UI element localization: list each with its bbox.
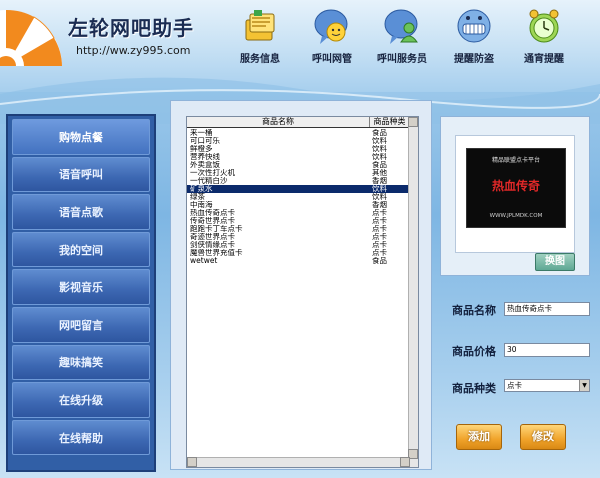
list-item[interactable]: 热血传奇点卡 点卡 xyxy=(187,209,418,217)
list-item[interactable]: 营养快线 饮料 xyxy=(187,153,418,161)
name-label: 商品名称 xyxy=(452,304,496,317)
type-label: 商品种类 xyxy=(452,382,496,395)
list-item-name: 可口可乐 xyxy=(190,137,220,145)
app-url: http://ww.zy995.com xyxy=(76,44,191,57)
list-item[interactable]: 一代精白沙 香烟 xyxy=(187,177,418,185)
sidebar-item-messages[interactable]: 网吧留言 xyxy=(12,306,150,343)
list-item[interactable]: 跑跑卡丁车点卡 点卡 xyxy=(187,225,418,233)
sidebar-item-voice-call[interactable]: 语音呼叫 xyxy=(12,156,150,193)
nav-anti-theft-button[interactable]: 提醒防盗 xyxy=(438,6,510,72)
sidebar-item-song-request[interactable]: 语音点歌 xyxy=(12,194,150,230)
list-item-name: 外卖盒饭 xyxy=(190,161,220,169)
sidebar-item-help[interactable]: 在线帮助 xyxy=(12,419,150,456)
preview-panel: 精品联盟点卡平台 热血传奇 WWW.JPLMDK.COM 换图 xyxy=(440,116,590,276)
list-item-name: wetwet xyxy=(190,257,218,265)
horizontal-scrollbar[interactable] xyxy=(187,457,410,467)
list-item[interactable]: 一次性打火机 其他 xyxy=(187,169,418,177)
list-item[interactable]: 来一桶 食品 xyxy=(187,129,418,137)
sidebar-item-upgrade[interactable]: 在线升级 xyxy=(12,382,150,418)
list-item[interactable]: 外卖盒饭 食品 xyxy=(187,161,418,169)
list-item-name: 鲜橙多 xyxy=(190,145,213,153)
app-title: 左轮网吧助手 xyxy=(68,16,194,40)
app-window: 左轮网吧助手 http://ww.zy995.com 服务信息 呼叫网管 呼叫服… xyxy=(0,0,600,478)
column-header-type[interactable]: 商品种类 xyxy=(370,117,410,127)
list-item[interactable]: 魔兽世界充值卡 点卡 xyxy=(187,249,418,257)
list-item[interactable]: 奇迹世界点卡 点卡 xyxy=(187,233,418,241)
list-item-name: 跑跑卡丁车点卡 xyxy=(190,225,243,233)
product-list[interactable]: 商品名称 商品种类 来一桶 食品 可口可乐 饮料 鲜橙多 饮料 营养快线 饮料 外卖盒饭 食品 一次… xyxy=(186,116,419,468)
alarm-clock-icon xyxy=(529,9,559,43)
list-item-name: 一代精白沙 xyxy=(190,177,228,185)
list-item-name: 传奇世界点卡 xyxy=(190,217,235,225)
banner-caption: 精品联盟点卡平台 xyxy=(491,157,540,164)
column-header-name[interactable]: 商品名称 xyxy=(187,117,370,127)
list-header: 商品名称 商品种类 xyxy=(187,117,418,128)
sidebar-item-movies-music[interactable]: 影视音乐 xyxy=(12,269,150,305)
nav-call-waiter-button[interactable]: 呼叫服务员 xyxy=(366,6,438,72)
list-item[interactable]: 鲜橙多 饮料 xyxy=(187,145,418,153)
person-bubble-icon xyxy=(384,9,418,44)
notebook-icon xyxy=(245,10,275,41)
add-button[interactable]: 添加 xyxy=(456,424,502,450)
list-item-name: 剑侠情缘点卡 xyxy=(190,241,235,249)
type-select[interactable]: 点卡 ▼ xyxy=(504,379,590,392)
list-rows: 来一桶 食品 可口可乐 饮料 鲜橙多 饮料 营养快线 饮料 外卖盒饭 食品 一次性打火机 其他 一代精白… xyxy=(187,129,418,265)
banner-title: 热血传奇 xyxy=(491,179,540,193)
nav-call-admin-button[interactable]: 呼叫网管 xyxy=(296,6,368,72)
list-item-name: 绿茶 xyxy=(190,193,205,201)
name-input[interactable]: 热血传奇点卡 xyxy=(504,302,590,316)
scroll-left-arrow-icon[interactable] xyxy=(187,457,197,467)
list-item-name: 来一桶 xyxy=(190,129,213,137)
nav-label: 服务信息 xyxy=(240,54,280,65)
list-item-name: 热血传奇点卡 xyxy=(190,209,235,217)
sidebar-item-shopping[interactable]: 购物点餐 xyxy=(12,119,150,155)
list-item-name: 魔兽世界充值卡 xyxy=(190,249,243,257)
list-item[interactable]: 中南海 香烟 xyxy=(187,201,418,209)
nav-label: 呼叫服务员 xyxy=(377,54,427,65)
list-item-name: 矿泉水 xyxy=(190,185,213,193)
change-image-button[interactable]: 换图 xyxy=(535,253,575,271)
vertical-scrollbar[interactable] xyxy=(408,117,418,467)
list-item-name: 中南海 xyxy=(190,201,213,209)
grin-face-icon xyxy=(457,9,491,43)
banner-url: WWW.JPLMDK.COM xyxy=(489,213,543,219)
sidebar-item-fun[interactable]: 趣味搞笑 xyxy=(12,344,150,381)
sidebar: 购物点餐 语音呼叫 语音点歌 我的空间 影视音乐 网吧留言 趣味搞笑 在线升级 … xyxy=(6,114,156,472)
list-item-name: 奇迹世界点卡 xyxy=(190,233,235,241)
scroll-right-arrow-icon[interactable] xyxy=(400,457,410,467)
chevron-down-icon[interactable]: ▼ xyxy=(579,380,589,391)
nav-label: 提醒防盗 xyxy=(454,54,494,65)
list-item[interactable]: 传奇世界点卡 点卡 xyxy=(187,217,418,225)
list-item-name: 一次性打火机 xyxy=(190,169,235,177)
list-item[interactable]: wetwet 食品 xyxy=(187,257,418,265)
type-select-value: 点卡 xyxy=(507,381,522,390)
edit-button[interactable]: 修改 xyxy=(520,424,566,450)
nav-service-info-button[interactable]: 服务信息 xyxy=(224,6,296,72)
product-banner-image: 精品联盟点卡平台 热血传奇 WWW.JPLMDK.COM xyxy=(466,148,566,228)
sidebar-item-my-space[interactable]: 我的空间 xyxy=(12,231,150,268)
list-item[interactable]: 剑侠情缘点卡 点卡 xyxy=(187,241,418,249)
list-item[interactable]: 绿茶 饮料 xyxy=(187,193,418,201)
nav-label: 通宵提醒 xyxy=(524,54,564,65)
nav-label: 呼叫网管 xyxy=(312,54,352,65)
list-item-name: 营养快线 xyxy=(190,153,220,161)
smiley-bubble-icon xyxy=(314,9,348,44)
nav-overnight-reminder-button[interactable]: 通宵提醒 xyxy=(508,6,580,72)
list-item[interactable]: 可口可乐 饮料 xyxy=(187,137,418,145)
list-item[interactable]: 矿泉水 饮料 xyxy=(187,185,418,193)
price-label: 商品价格 xyxy=(452,345,496,358)
logo-wheel-icon xyxy=(0,9,62,66)
price-input[interactable]: 30 xyxy=(504,343,590,357)
scroll-up-arrow-icon[interactable] xyxy=(408,117,418,127)
product-image-frame: 精品联盟点卡平台 热血传奇 WWW.JPLMDK.COM xyxy=(455,135,575,253)
